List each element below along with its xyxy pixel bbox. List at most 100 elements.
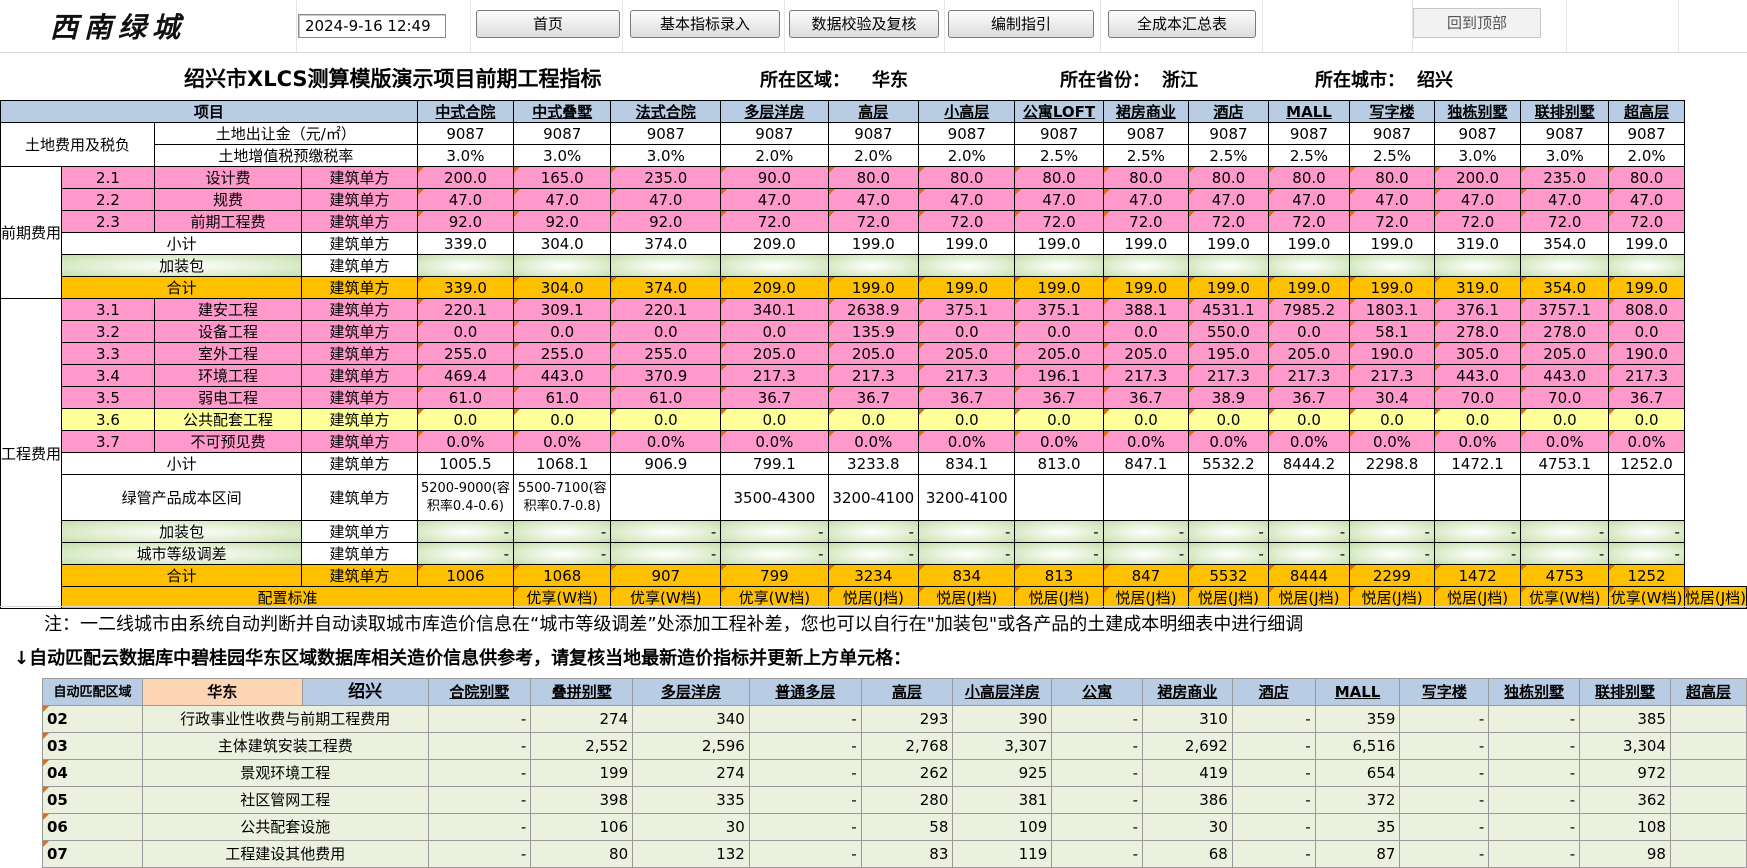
value-cell[interactable]: 199.0 (1014, 232, 1104, 255)
value-cell[interactable]: 906.9 (610, 452, 722, 475)
ref-value[interactable]: - (1231, 840, 1316, 868)
ref-value[interactable]: - (427, 840, 532, 868)
value-cell[interactable]: 2.5% (1102, 144, 1190, 167)
ref-value[interactable]: - (1051, 705, 1143, 733)
ref-value[interactable]: - (1231, 759, 1316, 787)
value-cell[interactable]: 1252.0 (1608, 452, 1685, 475)
value-cell[interactable]: 2.0% (918, 144, 1016, 167)
value-cell[interactable]: 47.0 (1520, 188, 1610, 211)
value-cell[interactable]: - (416, 542, 515, 565)
ref-value[interactable]: 35 (1314, 813, 1401, 841)
value-cell[interactable]: 469.4 (416, 364, 515, 387)
value-cell[interactable]: 72.0 (1014, 210, 1104, 233)
value-cell[interactable]: 199.0 (918, 276, 1016, 299)
value-cell[interactable]: 354.0 (1520, 276, 1610, 299)
value-cell[interactable]: 80.0 (827, 166, 920, 189)
value-cell[interactable]: 0.0 (1349, 408, 1435, 431)
value-cell[interactable]: 304.0 (513, 232, 612, 255)
value-cell[interactable]: 907 (610, 564, 722, 587)
ref-value[interactable]: - (1399, 732, 1490, 760)
value-cell[interactable]: 7985.2 (1267, 298, 1351, 321)
value-cell[interactable]: 0.0 (1102, 408, 1190, 431)
ref-value[interactable]: - (748, 786, 862, 814)
value-cell[interactable]: - (1433, 542, 1522, 565)
value-cell[interactable]: 72.0 (1520, 210, 1610, 233)
value-cell[interactable]: 0.0 (827, 408, 920, 431)
value-cell[interactable] (1102, 254, 1190, 277)
value-cell[interactable]: 72.0 (1433, 210, 1522, 233)
value-cell[interactable]: 0.0 (610, 408, 722, 431)
value-cell[interactable]: 3500-4300 (720, 474, 829, 521)
full-cost-summary-button[interactable]: 全成本汇总表 (1108, 10, 1256, 38)
value-cell[interactable] (610, 254, 722, 277)
guide-button[interactable]: 编制指引 (948, 10, 1094, 38)
value-cell[interactable]: 9087 (1102, 122, 1190, 145)
value-cell[interactable]: 199.0 (1608, 276, 1685, 299)
value-cell[interactable]: 3233.8 (827, 452, 920, 475)
ref-value[interactable]: 6,516 (1314, 732, 1401, 760)
value-cell[interactable]: 1068 (513, 564, 612, 587)
value-cell[interactable]: 3.0% (513, 144, 612, 167)
value-cell[interactable]: - (610, 520, 722, 543)
value-cell[interactable]: 36.7 (918, 386, 1016, 409)
value-cell[interactable]: - (1433, 520, 1522, 543)
value-cell[interactable]: 255.0 (610, 342, 722, 365)
value-cell[interactable]: 799.1 (720, 452, 829, 475)
value-cell[interactable]: 2.0% (1608, 144, 1685, 167)
value-cell[interactable]: 199.0 (827, 232, 920, 255)
value-cell[interactable]: 278.0 (1520, 320, 1610, 343)
ref-value[interactable]: 274 (632, 759, 750, 787)
value-cell[interactable]: 190.0 (1349, 342, 1435, 365)
value-cell[interactable]: 443.0 (513, 364, 612, 387)
value-cell[interactable]: 36.7 (1608, 386, 1685, 409)
ref-value[interactable]: - (748, 813, 862, 841)
value-cell[interactable]: 1068.1 (513, 452, 612, 475)
value-cell[interactable]: 72.0 (827, 210, 920, 233)
value-cell[interactable]: 3200-4100 (827, 474, 920, 521)
value-cell[interactable]: - (827, 542, 920, 565)
value-cell[interactable]: 0.0 (610, 320, 722, 343)
value-cell[interactable] (610, 474, 722, 521)
ref-value[interactable]: 106 (530, 813, 634, 841)
value-cell[interactable]: 319.0 (1433, 276, 1522, 299)
value-cell[interactable]: 370.9 (610, 364, 722, 387)
value-cell[interactable]: 217.3 (1267, 364, 1351, 387)
ref-value[interactable]: 385 (1579, 705, 1671, 733)
ref-value[interactable] (1669, 840, 1747, 868)
value-cell[interactable]: 235.0 (1520, 166, 1610, 189)
value-cell[interactable]: - (720, 520, 829, 543)
value-cell[interactable]: 205.0 (1102, 342, 1190, 365)
ref-value[interactable]: 108 (1579, 813, 1671, 841)
value-cell[interactable]: 135.9 (827, 320, 920, 343)
value-cell[interactable]: 0.0% (1349, 430, 1435, 453)
ref-value[interactable]: 262 (860, 759, 954, 787)
ref-value[interactable]: - (1399, 705, 1490, 733)
ref-value[interactable]: 87 (1314, 840, 1401, 868)
value-cell[interactable]: 5532 (1188, 564, 1269, 587)
value-cell[interactable]: 199.0 (1267, 232, 1351, 255)
value-cell[interactable]: - (827, 520, 920, 543)
value-cell[interactable]: - (1349, 542, 1435, 565)
value-cell[interactable]: 847 (1102, 564, 1190, 587)
value-cell[interactable]: 235.0 (610, 166, 722, 189)
ref-value[interactable]: - (1399, 813, 1490, 841)
ref-value[interactable]: - (1051, 813, 1143, 841)
value-cell[interactable] (720, 254, 829, 277)
value-cell[interactable]: 0.0 (1267, 320, 1351, 343)
value-cell[interactable]: 1472 (1433, 564, 1522, 587)
ref-value[interactable]: 98 (1579, 840, 1671, 868)
value-cell[interactable]: 36.7 (1014, 386, 1104, 409)
value-cell[interactable]: 319.0 (1433, 232, 1522, 255)
ref-value[interactable]: 109 (952, 813, 1053, 841)
value-cell[interactable]: - (1608, 520, 1685, 543)
value-cell[interactable]: 199.0 (1102, 232, 1190, 255)
value-cell[interactable]: 8444.2 (1267, 452, 1351, 475)
value-cell[interactable] (1520, 474, 1610, 521)
ref-value[interactable]: 381 (952, 786, 1053, 814)
value-cell[interactable]: 0.0 (1520, 408, 1610, 431)
value-cell[interactable]: 0.0% (1188, 430, 1269, 453)
value-cell[interactable]: 47.0 (720, 188, 829, 211)
value-cell[interactable]: 0.0% (720, 430, 829, 453)
ref-value[interactable]: 280 (860, 786, 954, 814)
value-cell[interactable]: 80.0 (1014, 166, 1104, 189)
